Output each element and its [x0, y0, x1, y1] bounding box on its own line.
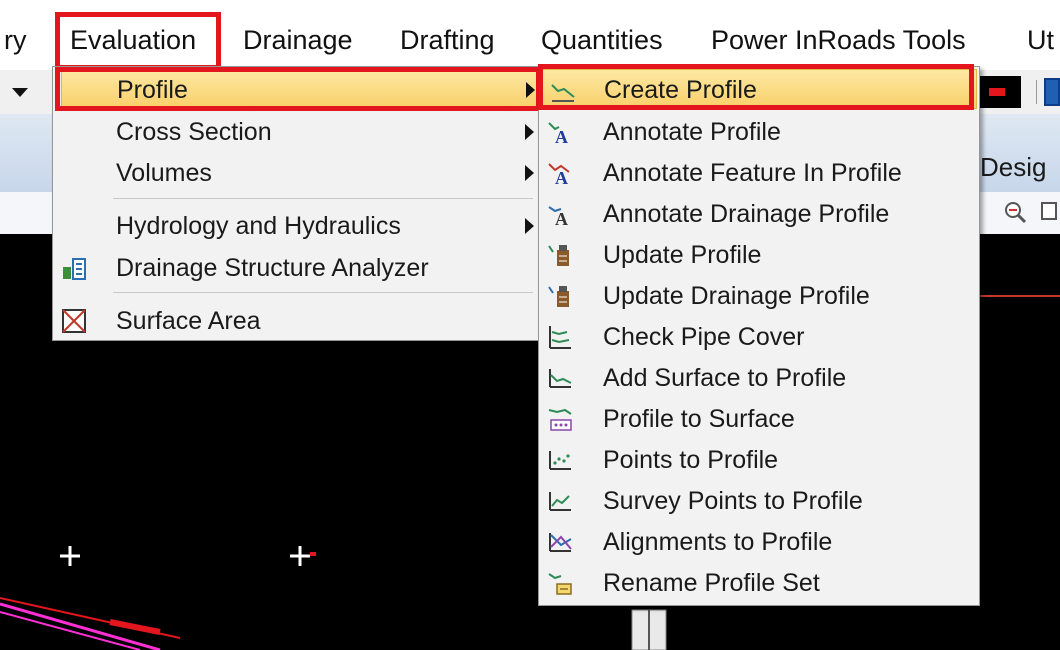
menu-item-drafting[interactable]: Drafting: [400, 12, 495, 68]
check-pipe-cover-icon: [549, 326, 571, 349]
submenu-arrow-icon: [525, 165, 534, 181]
surface-area-icon: [62, 309, 86, 333]
points-to-profile-icon: [549, 451, 571, 470]
rename-profile-set-icon: [548, 573, 572, 595]
toolbar-blue-icon[interactable]: [1044, 78, 1060, 106]
alignments-to-profile-icon: [549, 533, 572, 552]
menu-item-annotate-feature-in-profile[interactable]: A Annotate Feature In Profile: [539, 152, 981, 194]
profile-submenu: Create Profile A Annotate Profile A Anno…: [538, 66, 980, 606]
submenu-arrow-icon: [525, 124, 534, 140]
menu-item-history[interactable]: ry: [4, 12, 27, 68]
menu-item-profile-to-surface[interactable]: Profile to Surface: [539, 398, 981, 440]
add-surface-icon: [549, 369, 572, 388]
menu-item-rename-profile-set[interactable]: Rename Profile Set: [539, 562, 981, 604]
profile-to-surface-icon: [548, 408, 572, 431]
annotate-feature-icon: A: [548, 163, 570, 186]
menu-item-annotate-drainage-profile[interactable]: A Annotate Drainage Profile: [539, 193, 981, 235]
toolbar-separator: [1036, 80, 1037, 104]
menu-item-add-surface-to-profile[interactable]: Add Surface to Profile: [539, 357, 981, 399]
svg-text:A: A: [555, 127, 568, 145]
create-profile-highlight-box: [538, 64, 974, 110]
profile-highlight-box: [55, 67, 541, 111]
menu-item-power-inroads-tools[interactable]: Power InRoads Tools: [711, 12, 966, 68]
menu-item-drainage-structure-analyzer[interactable]: Drainage Structure Analyzer: [53, 247, 543, 289]
menu-item-update-profile[interactable]: Update Profile: [539, 234, 981, 276]
update-drainage-icon: [548, 286, 569, 307]
menu-item-check-pipe-cover[interactable]: Check Pipe Cover: [539, 316, 981, 358]
menu-item-cross-section[interactable]: Cross Section: [53, 111, 543, 153]
menu-separator: [113, 198, 533, 199]
annotate-profile-icon: A: [548, 122, 568, 145]
menu-separator: [113, 292, 533, 293]
menu-item-points-to-profile[interactable]: Points to Profile: [539, 439, 981, 481]
survey-points-icon: [549, 492, 571, 511]
svg-text:A: A: [555, 209, 568, 227]
canvas-alignment-lines: [0, 597, 181, 650]
menu-item-survey-points-to-profile[interactable]: Survey Points to Profile: [539, 480, 981, 522]
drainage-analyzer-icon: [63, 258, 86, 280]
submenu-arrow-icon: [525, 218, 534, 234]
menu-item-annotate-profile[interactable]: A Annotate Profile: [539, 111, 981, 153]
update-profile-icon: [548, 245, 569, 266]
dropdown-arrow-icon[interactable]: [12, 88, 28, 97]
menu-item-utilities[interactable]: Ut: [1027, 12, 1054, 68]
ribbon-tab-design[interactable]: Desig: [980, 152, 1046, 183]
menu-item-surface-area[interactable]: Surface Area: [53, 300, 543, 342]
menu-item-alignments-to-profile[interactable]: Alignments to Profile: [539, 521, 981, 563]
crosshair-marker: [60, 546, 80, 566]
menu-item-volumes[interactable]: Volumes: [53, 152, 543, 194]
color-swatch[interactable]: [975, 76, 1021, 108]
crosshair-marker: [290, 546, 310, 566]
menu-item-drainage[interactable]: Drainage: [243, 12, 353, 68]
evaluation-highlight-box: [55, 12, 221, 70]
view-icon[interactable]: [1040, 200, 1060, 224]
svg-text:A: A: [555, 168, 568, 186]
annotate-drainage-icon: A: [548, 206, 568, 227]
menu-item-hydrology-hydraulics[interactable]: Hydrology and Hydraulics: [53, 205, 543, 247]
menu-item-quantities[interactable]: Quantities: [541, 12, 663, 68]
zoom-out-icon[interactable]: [1003, 200, 1027, 224]
menu-item-update-drainage-profile[interactable]: Update Drainage Profile: [539, 275, 981, 317]
canvas-red-mark: [310, 552, 316, 556]
